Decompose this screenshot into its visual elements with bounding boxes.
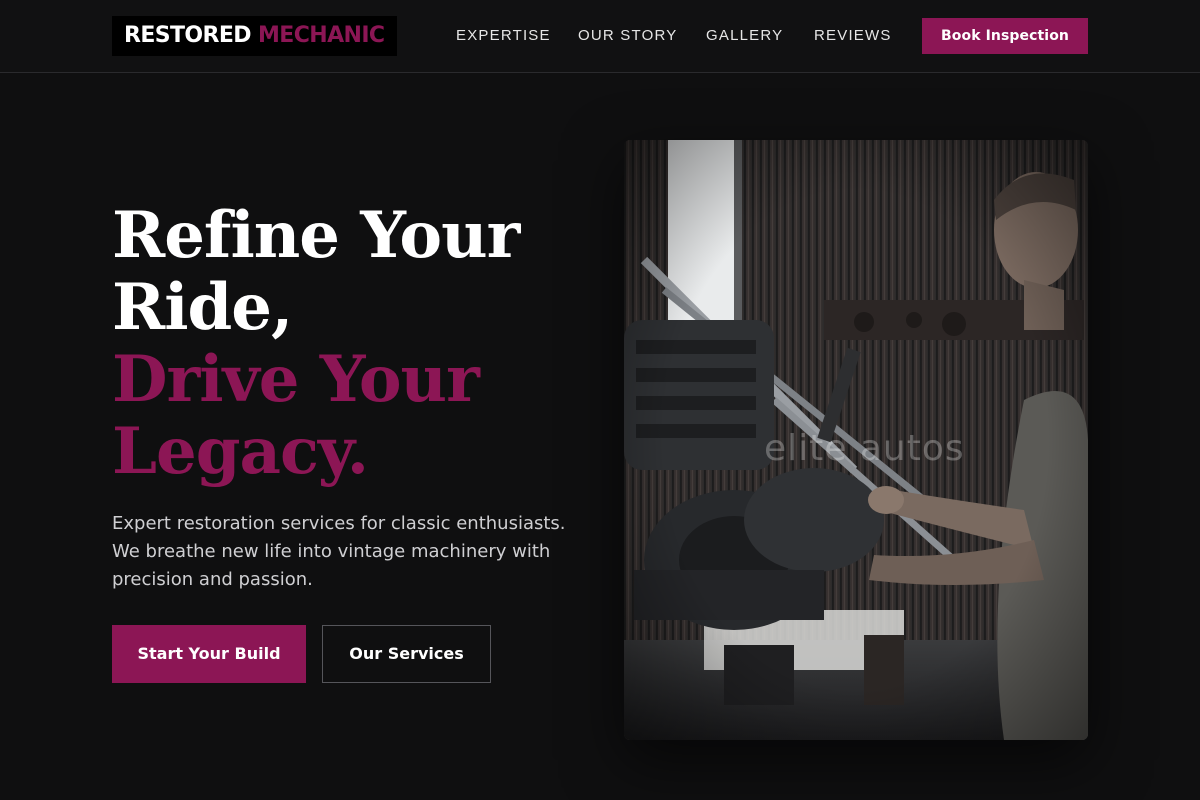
headline-line-4: Legacy. — [112, 414, 369, 489]
brand-name-part2: MECHANIC — [258, 23, 385, 48]
headline-line-3: Drive Your — [112, 342, 480, 417]
nav-link-gallery[interactable]: GALLERY — [706, 0, 783, 72]
nav-link-expertise[interactable]: EXPERTISE — [456, 0, 551, 72]
image-watermark: elite autos — [764, 428, 965, 469]
site-header: RESTORED MECHANIC EXPERTISE OUR STORY GA… — [0, 0, 1200, 73]
brand-name-part1: RESTORED — [124, 23, 252, 48]
our-services-button[interactable]: Our Services — [322, 625, 491, 683]
book-inspection-button[interactable]: Book Inspection — [922, 18, 1088, 54]
hero-headline: Refine Your Ride, Drive Your Legacy. — [112, 200, 572, 488]
start-your-build-button[interactable]: Start Your Build — [112, 625, 306, 683]
hero-photo: elite autos — [624, 140, 1088, 740]
headline-line-2: Ride, — [112, 270, 293, 345]
nav-link-our-story[interactable]: OUR STORY — [578, 0, 677, 72]
hero-description: Expert restoration services for classic … — [112, 513, 566, 590]
nav-link-reviews[interactable]: REVIEWS — [814, 0, 892, 72]
brand-logo[interactable]: RESTORED MECHANIC — [112, 16, 397, 56]
headline-line-1: Refine Your — [112, 198, 520, 273]
